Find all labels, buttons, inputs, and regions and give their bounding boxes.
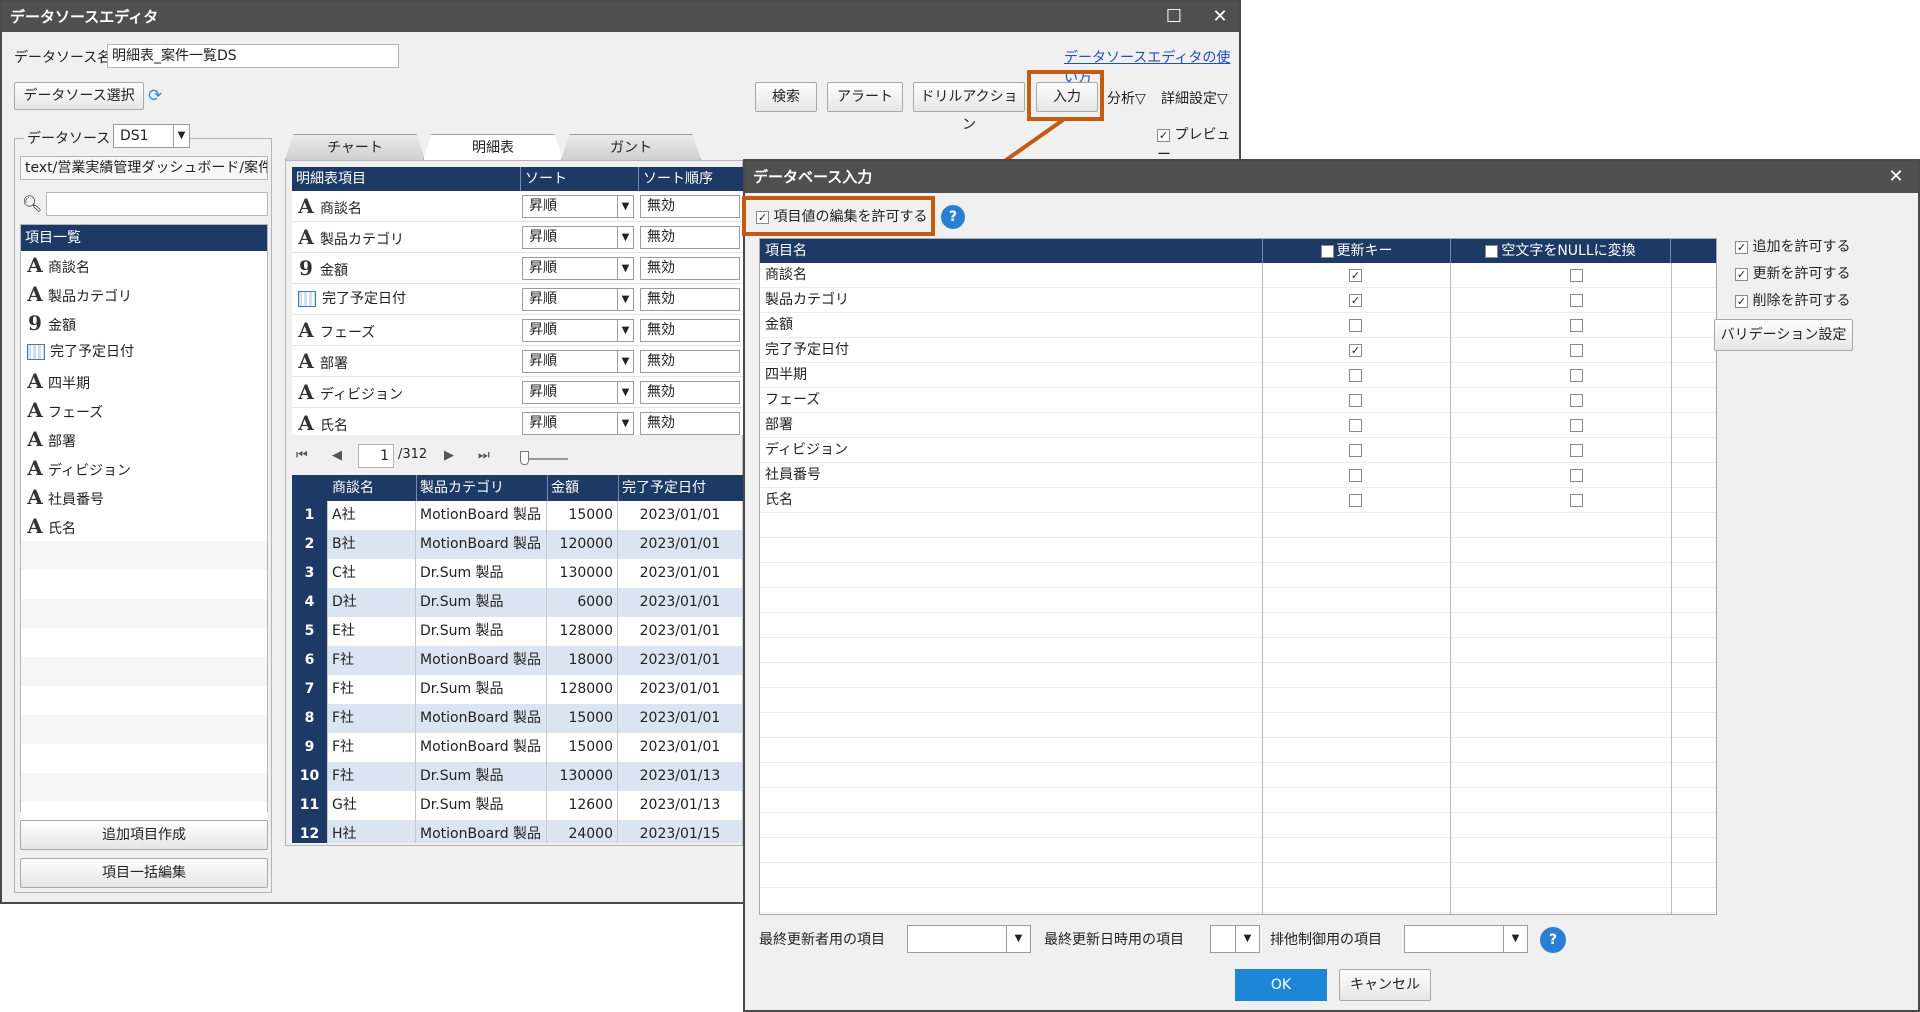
allow-edit-highlight xyxy=(742,196,935,236)
lock-label: 排他制御用の項目 xyxy=(1270,932,1382,948)
validation-settings-button[interactable]: バリデーション設定 xyxy=(1714,319,1853,351)
table-row: 四半期 xyxy=(760,363,1716,388)
dialog-close-icon[interactable]: ✕ xyxy=(1878,161,1914,193)
grid-line xyxy=(760,587,1716,588)
allow-update-check-icon xyxy=(1735,267,1748,281)
update-key-checkbox[interactable] xyxy=(1349,319,1362,332)
null-convert-checkbox[interactable] xyxy=(1570,494,1583,507)
null-convert-checkbox[interactable] xyxy=(1570,394,1583,407)
item-name-cell: フェーズ xyxy=(765,392,821,408)
null-convert-checkbox[interactable] xyxy=(1570,269,1583,282)
item-name-cell: 社員番号 xyxy=(765,467,821,483)
table-row: 氏名 xyxy=(760,488,1716,513)
grid-line xyxy=(760,887,1716,888)
chevron-down-icon: ▼ xyxy=(1503,926,1527,952)
table-row: 商談名 xyxy=(760,263,1716,288)
grid-line xyxy=(760,537,1716,538)
item-name-cell: 完了予定日付 xyxy=(765,342,849,358)
grid-line xyxy=(760,762,1716,763)
update-key-checkbox[interactable] xyxy=(1349,369,1362,382)
grid-line xyxy=(760,712,1716,713)
grid-line xyxy=(760,812,1716,813)
grid-line xyxy=(760,837,1716,838)
table-row: 製品カテゴリ xyxy=(760,288,1716,313)
allow-delete-label: 削除を許可する xyxy=(1752,293,1851,309)
null-convert-label: 空文字をNULLに変換 xyxy=(1501,243,1636,259)
update-key-label: 更新キー xyxy=(1336,243,1393,259)
col-update-key: 更新キー xyxy=(1262,239,1450,263)
allow-delete-check-icon xyxy=(1735,294,1748,308)
grid-line xyxy=(760,737,1716,738)
null-convert-checkbox[interactable] xyxy=(1570,294,1583,307)
allow-delete-checkbox[interactable]: 削除を許可する xyxy=(1735,292,1850,310)
help-icon[interactable]: ? xyxy=(1540,927,1566,953)
item-name-cell: ディビジョン xyxy=(765,442,849,458)
input-item-grid: 項目名 更新キー 空文字をNULLに変換 商談名製品カテゴリ金額完了予定日付四半… xyxy=(759,238,1717,915)
update-key-checkbox[interactable] xyxy=(1349,344,1362,357)
allow-add-check-icon xyxy=(1735,240,1748,254)
allow-add-checkbox[interactable]: 追加を許可する xyxy=(1735,238,1850,256)
last-time-label: 最終更新日時用の項目 xyxy=(1044,932,1184,948)
update-key-checkbox[interactable] xyxy=(1349,269,1362,282)
grid-line xyxy=(760,862,1716,863)
input-grid-header: 項目名 更新キー 空文字をNULLに変換 xyxy=(760,239,1716,263)
allow-update-label: 更新を許可する xyxy=(1752,266,1851,282)
null-convert-checkbox[interactable] xyxy=(1570,419,1583,432)
item-name-cell: 部署 xyxy=(765,417,793,433)
null-convert-checkbox[interactable] xyxy=(1570,344,1583,357)
grid-line xyxy=(760,662,1716,663)
null-convert-checkbox[interactable] xyxy=(1570,369,1583,382)
update-key-checkbox[interactable] xyxy=(1349,444,1362,457)
grid-line xyxy=(760,687,1716,688)
table-row: ディビジョン xyxy=(760,438,1716,463)
col-item-name: 項目名 xyxy=(765,243,807,259)
database-input-dialog: データベース入力 ✕ 項目値の編集を許可する ? 項目名 更新キー 空文字をNU… xyxy=(743,159,1920,1012)
item-name-cell: 商談名 xyxy=(765,267,807,283)
table-row: 社員番号 xyxy=(760,463,1716,488)
grid-line xyxy=(760,637,1716,638)
help-icon[interactable]: ? xyxy=(941,205,965,229)
update-key-checkbox[interactable] xyxy=(1349,419,1362,432)
last-user-dropdown[interactable]: ▼ xyxy=(907,925,1031,953)
update-key-checkbox[interactable] xyxy=(1349,494,1362,507)
update-key-checkbox[interactable] xyxy=(1349,294,1362,307)
table-row: 完了予定日付 xyxy=(760,338,1716,363)
grid-line xyxy=(760,612,1716,613)
update-key-all-checkbox[interactable] xyxy=(1320,244,1334,258)
allow-update-checkbox[interactable]: 更新を許可する xyxy=(1735,265,1850,283)
chevron-down-icon: ▼ xyxy=(1006,926,1030,952)
last-user-label: 最終更新者用の項目 xyxy=(759,932,885,948)
grid-line xyxy=(760,912,1716,913)
item-name-cell: 四半期 xyxy=(765,367,807,383)
col-null-convert: 空文字をNULLに変換 xyxy=(1450,239,1671,263)
null-convert-checkbox[interactable] xyxy=(1570,469,1583,482)
dialog-titlebar: データベース入力 ✕ xyxy=(745,161,1918,193)
last-time-dropdown[interactable]: ▼ xyxy=(1210,925,1260,953)
item-name-cell: 金額 xyxy=(765,317,793,333)
allow-add-label: 追加を許可する xyxy=(1752,239,1851,255)
null-convert-checkbox[interactable] xyxy=(1570,444,1583,457)
grid-line xyxy=(760,787,1716,788)
item-name-cell: 氏名 xyxy=(765,492,793,508)
grid-line xyxy=(760,562,1716,563)
cancel-button[interactable]: キャンセル xyxy=(1339,969,1431,1001)
table-row: 金額 xyxy=(760,313,1716,338)
table-row: 部署 xyxy=(760,413,1716,438)
null-convert-checkbox[interactable] xyxy=(1570,319,1583,332)
null-convert-all-checkbox[interactable] xyxy=(1485,244,1499,258)
item-name-cell: 製品カテゴリ xyxy=(765,292,849,308)
chevron-down-icon: ▼ xyxy=(1235,926,1259,952)
ok-button[interactable]: OK xyxy=(1235,969,1327,1001)
table-row: フェーズ xyxy=(760,388,1716,413)
lock-dropdown[interactable]: ▼ xyxy=(1404,925,1528,953)
update-key-checkbox[interactable] xyxy=(1349,394,1362,407)
dialog-title: データベース入力 xyxy=(753,168,873,186)
update-key-checkbox[interactable] xyxy=(1349,469,1362,482)
